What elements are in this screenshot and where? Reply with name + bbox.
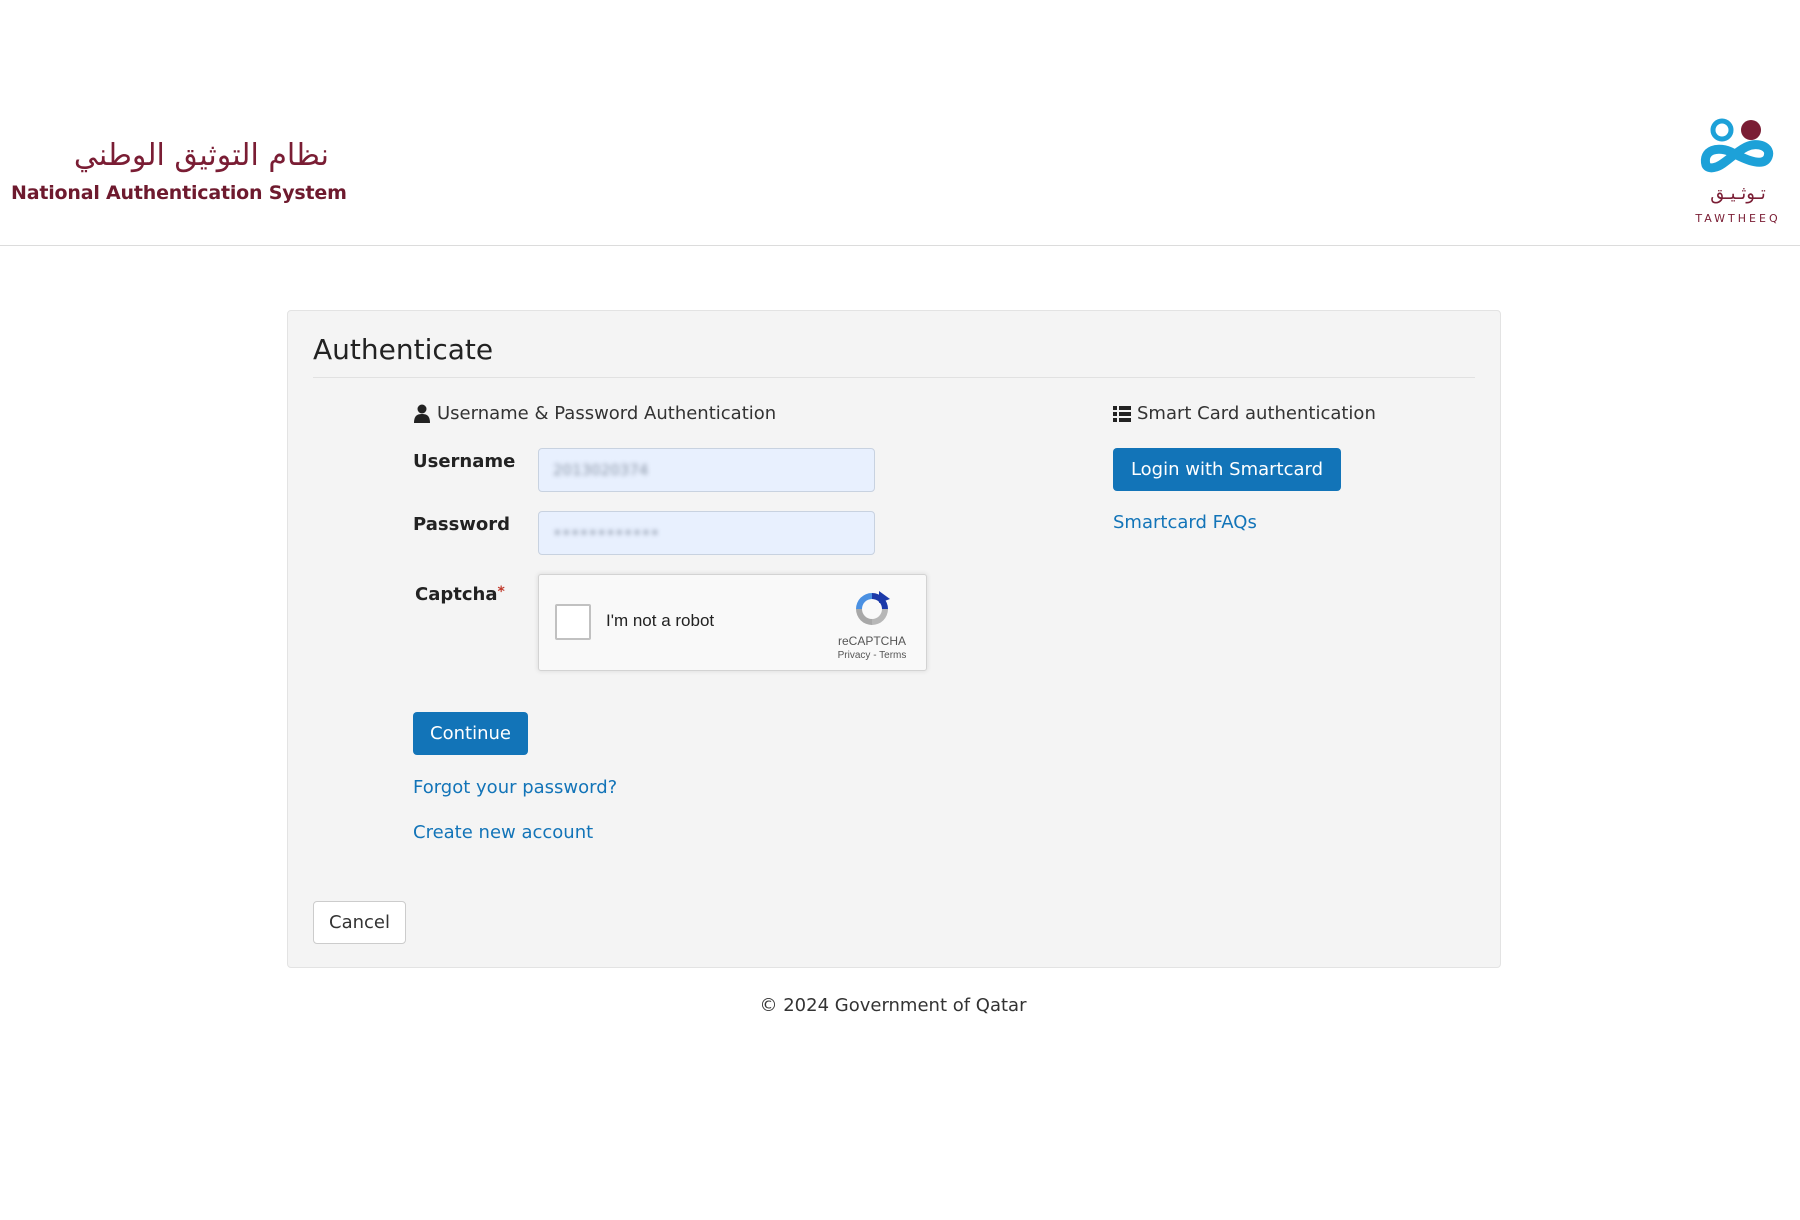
logo-english-text: TAWTHEEQ bbox=[1695, 212, 1781, 225]
recaptcha-privacy-terms[interactable]: Privacy - Terms bbox=[825, 650, 919, 661]
forgot-password-link[interactable]: Forgot your password? bbox=[413, 777, 617, 798]
authenticate-panel: Authenticate Username & Password Authent… bbox=[287, 310, 1501, 968]
create-account-link[interactable]: Create new account bbox=[413, 822, 593, 843]
recaptcha-brand: reCAPTCHA bbox=[837, 634, 906, 648]
list-icon bbox=[1113, 405, 1131, 422]
required-marker: * bbox=[497, 584, 505, 600]
panel-title: Authenticate bbox=[313, 333, 494, 366]
panel-divider bbox=[313, 377, 1475, 378]
smartcard-faq-link[interactable]: Smartcard FAQs bbox=[1113, 512, 1257, 533]
password-value: •••••••••••• bbox=[553, 524, 660, 542]
username-password-heading: Username & Password Authentication bbox=[413, 403, 776, 424]
recaptcha-checkbox-text: I'm not a robot bbox=[606, 611, 715, 630]
username-input[interactable]: 2013020374 bbox=[538, 448, 875, 492]
continue-button[interactable]: Continue bbox=[413, 712, 528, 755]
captcha-label: Captcha* bbox=[415, 584, 505, 605]
brand-arabic-title: نظام التوثيق الوطني bbox=[73, 138, 329, 173]
login-smartcard-button[interactable]: Login with Smartcard bbox=[1113, 448, 1341, 491]
logo-arabic-text: تـوثـيـق bbox=[1710, 183, 1766, 204]
recaptcha-icon bbox=[856, 591, 890, 625]
username-label: Username bbox=[413, 451, 516, 472]
password-input[interactable]: •••••••••••• bbox=[538, 511, 875, 555]
user-icon bbox=[414, 404, 430, 423]
recaptcha-checkbox[interactable] bbox=[555, 604, 591, 640]
password-label: Password bbox=[413, 514, 511, 535]
site-header: نظام التوثيق الوطني National Authenticat… bbox=[0, 0, 1800, 246]
brand-logo: نظام التوثيق الوطني National Authenticat… bbox=[11, 136, 347, 204]
username-password-heading-text: Username & Password Authentication bbox=[437, 403, 777, 424]
tawtheeq-logo-icon bbox=[1700, 118, 1774, 173]
smartcard-heading-text: Smart Card authentication bbox=[1137, 403, 1376, 424]
page: نظام التوثيق الوطني National Authenticat… bbox=[0, 0, 1800, 1220]
cancel-button[interactable]: Cancel bbox=[313, 901, 406, 944]
recaptcha-widget: I'm not a robot reCAPTCHA Privacy - Term… bbox=[538, 574, 927, 671]
smartcard-heading: Smart Card authentication bbox=[1113, 403, 1376, 424]
tawtheeq-logo: تـوثـيـق TAWTHEEQ bbox=[1688, 115, 1788, 235]
captcha-label-text: Captcha bbox=[415, 584, 498, 605]
username-value: 2013020374 bbox=[553, 461, 649, 479]
brand-english-title: National Authentication System bbox=[11, 182, 347, 204]
footer-copyright: © 2024 Government of Qatar bbox=[759, 995, 1027, 1016]
